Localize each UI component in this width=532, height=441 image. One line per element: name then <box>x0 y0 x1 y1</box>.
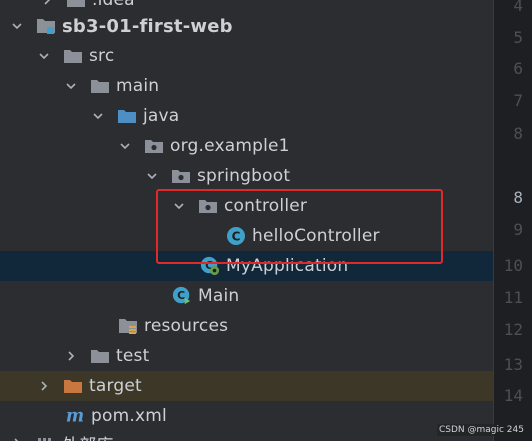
tree-row-label: test <box>116 346 150 366</box>
resources-folder-icon <box>118 316 138 336</box>
tree-row-springboot[interactable]: springboot <box>0 161 493 191</box>
tree-row-label: pom.xml <box>91 406 167 426</box>
tree-row-label: controller <box>224 196 308 216</box>
tree-row-module[interactable]: sb3-01-first-web <box>0 11 493 41</box>
chevron-down-icon[interactable] <box>91 109 105 123</box>
chevron-down-icon[interactable] <box>64 79 78 93</box>
chevron-right-icon[interactable] <box>40 0 54 7</box>
folder-icon <box>90 346 110 366</box>
project-tree: .idea sb3-01-first-web src main java org… <box>0 0 493 441</box>
tree-row-label: helloController <box>252 226 380 246</box>
tree-row-label: sb3-01-first-web <box>62 15 233 37</box>
spring-boot-class-icon: C <box>200 256 220 276</box>
tree-row-label: MyApplication <box>226 256 349 276</box>
svg-text:C: C <box>177 289 185 302</box>
tree-row-main[interactable]: main <box>0 71 493 101</box>
tree-row-label: Main <box>198 286 240 306</box>
tree-row-label: 外部库 <box>62 431 114 441</box>
tree-row-label: target <box>89 376 142 396</box>
folder-icon <box>63 46 83 66</box>
line-number: 10 <box>503 256 523 275</box>
tree-row-external-libraries[interactable]: 外部库 <box>0 428 493 441</box>
tree-row-hello-controller[interactable]: C helloController <box>0 221 493 251</box>
java-main-class-icon: C <box>172 286 192 306</box>
line-number: 9 <box>513 220 523 239</box>
chevron-right-icon[interactable] <box>37 379 51 393</box>
svg-text:C: C <box>232 230 241 244</box>
tree-row-main-class[interactable]: C Main <box>0 281 493 311</box>
tree-row-label: springboot <box>197 166 291 186</box>
folder-icon <box>66 0 86 10</box>
line-number: 4 <box>513 0 523 15</box>
line-number-current: 8 <box>513 188 523 207</box>
package-icon <box>144 136 164 156</box>
package-icon <box>171 166 191 186</box>
chevron-right-icon[interactable] <box>64 349 78 363</box>
tree-row-java[interactable]: java <box>0 101 493 131</box>
tree-row-label: org.example1 <box>170 136 290 156</box>
maven-icon: m <box>65 406 85 426</box>
line-number: 8 <box>513 124 523 143</box>
tree-row-src[interactable]: src <box>0 41 493 71</box>
tree-row-resources[interactable]: resources <box>0 311 493 341</box>
chevron-right-icon[interactable] <box>10 436 24 441</box>
module-folder-icon <box>36 16 56 36</box>
tree-row-test[interactable]: test <box>0 341 493 371</box>
line-number: 5 <box>513 28 523 47</box>
tree-row-label: .idea <box>92 0 135 10</box>
line-number: 12 <box>503 320 523 339</box>
chevron-down-icon[interactable] <box>37 49 51 63</box>
excluded-folder-icon <box>63 376 83 396</box>
tree-row-org-example1[interactable]: org.example1 <box>0 131 493 161</box>
editor-line-gutter: 4 5 6 7 8 8 9 10 11 12 13 14 <box>493 0 532 441</box>
folder-icon <box>90 76 110 96</box>
java-class-icon: C <box>226 226 246 246</box>
chevron-down-icon[interactable] <box>118 139 132 153</box>
svg-text:m: m <box>66 406 84 426</box>
tree-row-controller[interactable]: controller <box>0 191 493 221</box>
line-number: 7 <box>513 91 523 110</box>
libraries-icon <box>36 433 56 441</box>
chevron-down-icon[interactable] <box>10 19 24 33</box>
line-number: 14 <box>503 386 523 405</box>
tree-row-label: java <box>143 106 180 126</box>
source-folder-icon <box>117 106 137 126</box>
chevron-down-icon[interactable] <box>172 199 186 213</box>
tree-row-target[interactable]: target <box>0 371 493 401</box>
line-number: 6 <box>513 59 523 78</box>
tree-row-label: src <box>89 46 115 66</box>
package-icon <box>198 196 218 216</box>
tree-row-pom[interactable]: m pom.xml <box>0 401 493 431</box>
chevron-down-icon[interactable] <box>145 169 159 183</box>
tree-row-label: main <box>116 76 160 96</box>
watermark: CSDN @magic 245 <box>436 424 526 436</box>
tree-row-my-application[interactable]: C MyApplication <box>0 251 493 281</box>
line-number: 11 <box>503 288 523 307</box>
tree-row-label: resources <box>144 316 229 336</box>
line-number: 13 <box>503 355 523 374</box>
